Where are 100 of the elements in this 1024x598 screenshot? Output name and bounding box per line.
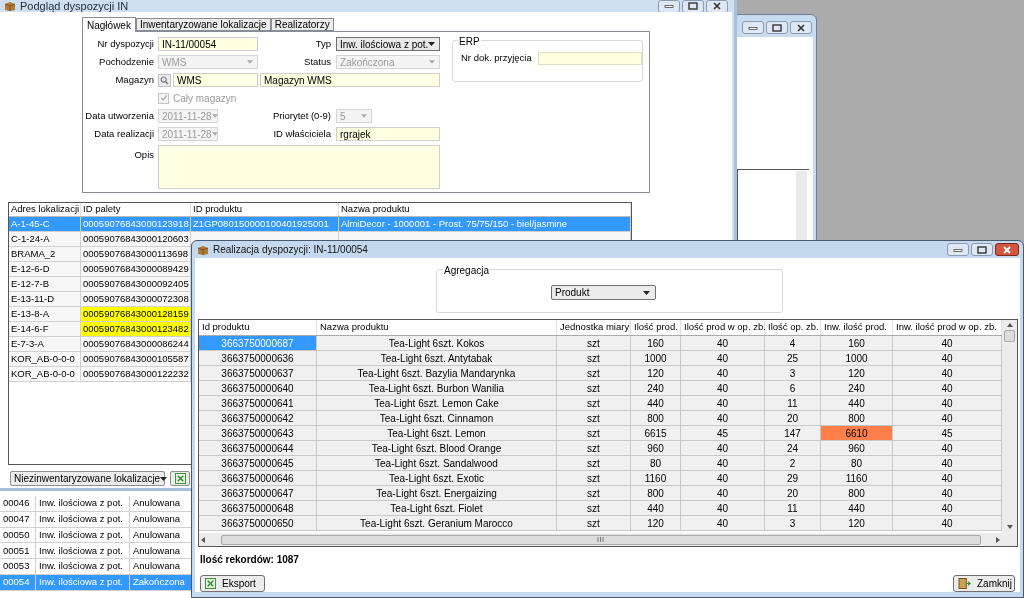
table-cell: szt bbox=[557, 366, 631, 381]
table-cell: 240 bbox=[821, 381, 893, 396]
text-field[interactable]: IN-11/00054 bbox=[158, 37, 258, 51]
text-field[interactable]: rgrajek bbox=[336, 127, 440, 141]
close-button[interactable] bbox=[790, 21, 812, 34]
table-cell: szt bbox=[557, 516, 631, 531]
close-button[interactable]: Zamknij bbox=[953, 575, 1015, 592]
table-cell: 40 bbox=[681, 411, 765, 426]
table-cell: 40 bbox=[681, 486, 765, 501]
table-cell: 3663750000648 bbox=[199, 501, 317, 516]
column-header[interactable]: Nazwa produktu bbox=[339, 203, 631, 216]
tab[interactable]: Nagłówek bbox=[82, 17, 136, 32]
table-cell: E-13-11-D bbox=[9, 292, 81, 307]
search-icon bbox=[160, 75, 169, 85]
column-header[interactable]: ID palety bbox=[81, 203, 191, 216]
maximize-button[interactable] bbox=[682, 0, 704, 12]
field-label: ID właściciela bbox=[272, 126, 331, 141]
column-header[interactable]: Nazwa produktu bbox=[317, 320, 557, 335]
table-cell: 45 bbox=[681, 426, 765, 441]
table-cell: 3663750000641 bbox=[199, 396, 317, 411]
table-cell: 00059076843000092405 bbox=[81, 277, 191, 292]
table-cell: 960 bbox=[821, 441, 893, 456]
column-header[interactable]: Inw. ilość prod. bbox=[821, 320, 893, 335]
minimize-button[interactable] bbox=[947, 243, 969, 256]
table-cell: 20 bbox=[765, 486, 821, 501]
text-field[interactable]: Magazyn WMS bbox=[260, 73, 440, 87]
table-cell: szt bbox=[557, 411, 631, 426]
close-button[interactable] bbox=[995, 243, 1019, 256]
table-cell: 40 bbox=[681, 381, 765, 396]
table-cell: Tea-Light 6szt. Blood Orange bbox=[317, 441, 557, 456]
tab[interactable]: Inwentaryzowane lokalizacje bbox=[135, 18, 271, 31]
caret-icon bbox=[643, 290, 650, 295]
search-button[interactable] bbox=[158, 73, 171, 87]
maximize-button[interactable] bbox=[766, 21, 788, 34]
table-cell: Tea-Light 6szt. Lemon bbox=[317, 426, 557, 441]
check-icon bbox=[159, 94, 168, 102]
table-cell: szt bbox=[557, 441, 631, 456]
table-cell: 3663750000650 bbox=[199, 516, 317, 531]
export-button[interactable]: Eksport bbox=[200, 575, 265, 592]
table-cell: 00059076843000123918 bbox=[81, 217, 191, 232]
column-header[interactable]: Ilość prod. bbox=[631, 320, 681, 335]
scroll-left-icon bbox=[201, 536, 205, 543]
table-cell: E-7-3-A bbox=[9, 337, 81, 352]
minimize-button[interactable] bbox=[742, 21, 764, 34]
table-cell: C-1-24-A bbox=[9, 232, 81, 247]
spreadsheet-icon bbox=[174, 473, 186, 484]
table-cell: 00059076843000128159 bbox=[81, 307, 191, 322]
field-label: Status bbox=[303, 54, 331, 69]
table-cell: 120 bbox=[631, 366, 681, 381]
maximize-button[interactable] bbox=[971, 243, 993, 256]
table-cell: 3663750000640 bbox=[199, 381, 317, 396]
table-cell: Tea-Light 6szt. Cinnamon bbox=[317, 411, 557, 426]
table-cell: 11 bbox=[765, 396, 821, 411]
text-field[interactable] bbox=[537, 51, 642, 65]
export-button[interactable] bbox=[170, 471, 190, 486]
dropdown[interactable]: Produkt bbox=[551, 285, 656, 300]
field-label: Opis bbox=[133, 148, 154, 162]
table-cell: Tea-Light 6szt. Burbon Wanilia bbox=[317, 381, 557, 396]
column-header[interactable]: Id produktu bbox=[199, 320, 317, 335]
table-cell: 3663750000646 bbox=[199, 471, 317, 486]
column-header[interactable]: ID produktu bbox=[191, 203, 339, 216]
column-header[interactable]: Adres lokalizacji bbox=[9, 203, 81, 216]
table-cell: 00059076843000122232 bbox=[81, 367, 191, 382]
table-cell: 00046 bbox=[0, 496, 36, 512]
minimize-button[interactable] bbox=[658, 0, 680, 12]
scroll-thumb[interactable] bbox=[1004, 330, 1015, 342]
table-cell: 1000 bbox=[821, 351, 893, 366]
table-cell: szt bbox=[557, 501, 631, 516]
window-title: Podgląd dyspozycji IN bbox=[20, 0, 129, 12]
column-header[interactable]: Ilość prod w op. zb. bbox=[681, 320, 765, 335]
table-cell: szt bbox=[557, 471, 631, 486]
table-cell: BRAMA_2 bbox=[9, 247, 81, 262]
table-cell: 240 bbox=[631, 381, 681, 396]
table-cell: E-12-7-B bbox=[9, 277, 81, 292]
table-cell: 1160 bbox=[821, 471, 893, 486]
table-cell: 11 bbox=[765, 501, 821, 516]
dropdown[interactable]: Inw. ilościowa z pot. bbox=[336, 37, 440, 51]
table-cell: 40 bbox=[681, 366, 765, 381]
table-cell: E-13-8-A bbox=[9, 307, 81, 322]
table-cell: Inw. ilościowa z pot. bbox=[36, 543, 130, 560]
table-cell: 40 bbox=[893, 441, 1002, 456]
horizontal-scrollbar[interactable] bbox=[199, 533, 1002, 546]
table-cell: 40 bbox=[893, 351, 1002, 366]
dropdown[interactable]: Niezinwentaryzowane lokalizacje bbox=[10, 471, 165, 486]
column-header[interactable]: Ilość op. zb. bbox=[765, 320, 821, 335]
scroll-thumb[interactable] bbox=[220, 534, 981, 545]
text-field[interactable]: WMS bbox=[173, 73, 258, 87]
tab[interactable]: Realizatorzy bbox=[270, 18, 334, 31]
table-cell: 800 bbox=[821, 486, 893, 501]
column-header[interactable]: Jednostka miary bbox=[557, 320, 631, 335]
window-title: Realizacja dyspozycji: IN-11/00054 bbox=[213, 243, 368, 257]
table-cell: Tea-Light 6szt. Energaizing bbox=[317, 486, 557, 501]
table-cell: 1160 bbox=[631, 471, 681, 486]
table-cell: 1000 bbox=[631, 351, 681, 366]
table-cell: A-1-45-C bbox=[9, 217, 81, 232]
box-icon bbox=[4, 1, 16, 11]
close-button[interactable] bbox=[706, 0, 728, 12]
table-cell: 24 bbox=[765, 441, 821, 456]
table-cell: 3663750000643 bbox=[199, 426, 317, 441]
vertical-scrollbar[interactable] bbox=[1002, 320, 1017, 546]
